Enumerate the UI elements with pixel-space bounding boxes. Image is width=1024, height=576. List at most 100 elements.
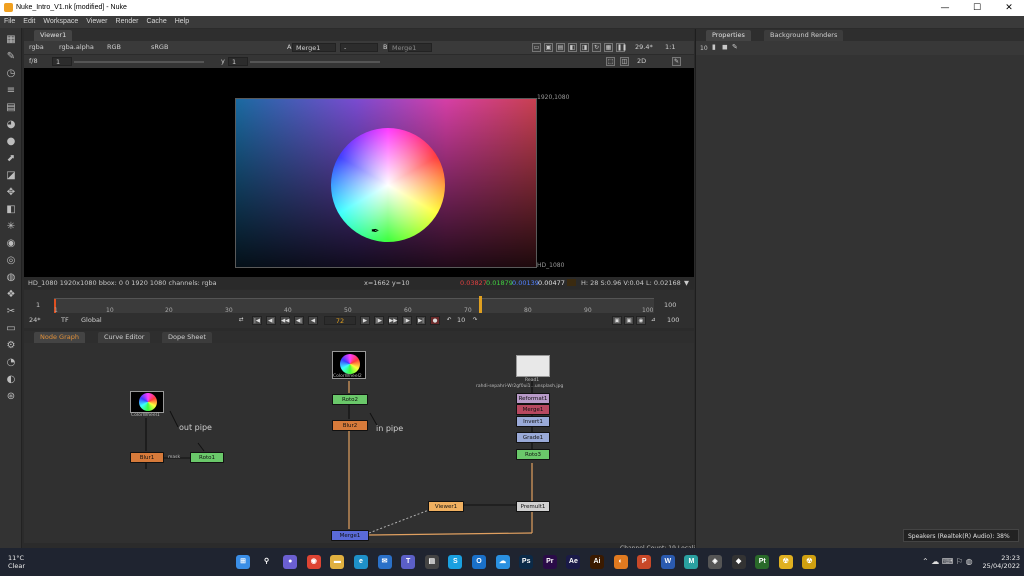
particles-icon[interactable]: ❖ [5,289,17,301]
input-a-dropdown[interactable]: Merge1 [292,43,336,52]
keyer-icon[interactable]: ● [5,136,17,148]
mail-icon[interactable]: ✉ [377,555,392,569]
fstop-dropdown[interactable]: f/8 [26,57,41,66]
mocha-icon[interactable]: ◆ [731,555,746,569]
deep-icon[interactable]: ✳ [5,221,17,233]
step-field[interactable]: 10 [454,316,468,325]
step-back-button[interactable]: ◀◀ [280,316,290,325]
settings-icon[interactable]: ⊛ [5,391,17,403]
edge-icon[interactable]: e [354,555,368,569]
step-forward-button[interactable]: ▶▶ [388,316,398,325]
other-icon[interactable]: ◍ [5,272,17,284]
node-viewer1[interactable]: Viewer1 [428,501,464,512]
node-roto2[interactable]: Roto2 [332,394,368,405]
playhead[interactable] [479,296,482,313]
max-panels-field[interactable]: 10 [700,45,708,52]
skype-icon[interactable]: S [448,555,463,569]
davinci-icon[interactable]: ◈ [708,555,722,569]
store-icon[interactable]: ▤ [424,555,439,569]
menu-file[interactable]: File [0,16,19,25]
draw-icon[interactable]: ✎ [5,51,17,63]
view-mode-dropdown[interactable]: 2D [634,57,649,66]
chat-icon[interactable]: ● [283,555,298,569]
proxy-icon[interactable]: ▦ [604,43,613,52]
roi-icon[interactable]: ▭ [532,43,541,52]
brush-icon[interactable]: ✎ [672,57,681,66]
merge-icon[interactable]: ⬈ [5,153,17,165]
current-frame-field[interactable]: 72 [324,316,356,325]
optical-icon[interactable]: ◐ [5,374,17,386]
pause-icon[interactable]: ❚❚ [616,43,627,52]
menu-edit[interactable]: Edit [19,16,39,25]
y-field[interactable]: 1 [228,57,248,66]
render-icon[interactable]: ◉ [636,316,646,325]
word-icon[interactable]: W [660,555,675,569]
play-backward-button[interactable]: ◀ [308,316,318,325]
3d-icon[interactable]: ✥ [5,187,17,199]
node-merge-red[interactable]: Merge1 [516,404,550,415]
loop-icon[interactable]: ⇄ [236,316,246,325]
fps-dropdown[interactable]: 24* [26,316,44,325]
gamma-icon[interactable]: ◨ [580,43,589,52]
search-icon[interactable]: ⚲ [260,555,274,569]
lock-icon[interactable]: ▮ [712,43,716,51]
node-roto3[interactable]: Roto3 [516,449,550,460]
node-roto1[interactable]: Roto1 [190,452,224,463]
maya-icon[interactable]: M [684,555,699,569]
tf-dropdown[interactable]: TF [58,316,72,325]
rgb-dropdown[interactable]: RGB [104,43,124,52]
play-forward-button[interactable]: ▶ [360,316,370,325]
viewer-viewport[interactable]: ✒ 1920,1080 HD_1080 [24,68,694,277]
next-keyframe-button[interactable]: |▶ [402,316,412,325]
toolsets-icon[interactable]: ◎ [5,255,17,267]
tab-curve-editor[interactable]: Curve Editor [98,332,151,343]
outlook-icon[interactable]: O [472,555,486,569]
metadata-icon[interactable]: ◉ [5,238,17,250]
filter-icon[interactable]: ◕ [5,119,17,131]
pt-icon[interactable]: Pt [755,555,770,569]
prev-frame-button[interactable]: ◀| [294,316,304,325]
last-frame-button[interactable]: ▶| [416,316,426,325]
prev-keyframe-button[interactable]: ◀| [266,316,276,325]
tab-dope-sheet[interactable]: Dope Sheet [162,332,212,343]
tab-viewer1[interactable]: Viewer1 [34,30,73,41]
timeline-ruler[interactable] [54,296,654,313]
gizmo-icon[interactable]: ▭ [5,323,17,335]
menu-help[interactable]: Help [171,16,193,25]
gain-slider[interactable] [74,61,204,63]
ratio-dropdown[interactable]: 1:1 [662,43,678,52]
global-dropdown[interactable]: Global [78,316,105,325]
input-b-dropdown[interactable]: Merge1 [388,43,432,52]
crop-icon[interactable]: ⬚ [606,57,615,66]
node-graph-canvas[interactable]: ColorWheel1 out pipe Blur1 mask Roto1 Co… [24,343,694,543]
colorspace-dropdown[interactable]: sRGB [148,43,171,52]
menu-render[interactable]: Render [112,16,143,25]
furnace-icon[interactable]: ✂ [5,306,17,318]
weather-widget[interactable]: 11°C Clear [8,554,25,570]
maximize-button[interactable]: ☐ [962,2,992,14]
blender-icon[interactable]: ◐ [613,555,628,569]
layer-icon[interactable]: ◫ [620,57,629,66]
channel-icon[interactable]: ≡ [5,85,17,97]
nuke2-icon[interactable]: ☢ [802,555,817,569]
overlay-icon[interactable]: ▣ [544,43,553,52]
node-blur2[interactable]: Blur2 [332,420,368,431]
gamma-slider[interactable] [250,61,380,63]
first-frame-button[interactable]: |◀ [252,316,262,325]
pencil-icon[interactable]: ✎ [732,43,738,51]
operation-dropdown[interactable]: - [340,43,378,52]
color-icon[interactable]: ▤ [5,102,17,114]
node-merge1[interactable]: Merge1 [331,530,369,541]
premiere-icon[interactable]: Pr [542,555,557,569]
teams-icon[interactable]: T [401,555,416,569]
step-back-icon[interactable]: ↶ [444,316,454,325]
menu-workspace[interactable]: Workspace [39,16,82,25]
menu-cache[interactable]: Cache [142,16,170,25]
tab-background-renders[interactable]: Background Renders [764,30,844,41]
cache-icon[interactable]: ▣ [624,316,634,325]
minimize-button[interactable]: — [930,2,960,14]
tray-icons[interactable]: ⌃ ☁ ⌨ ⚐ ◍ [922,557,973,566]
zoom-dropdown[interactable]: 29.4* [632,43,656,52]
time-icon[interactable]: ◷ [5,68,17,80]
channels-dropdown[interactable]: rgba [26,43,47,52]
